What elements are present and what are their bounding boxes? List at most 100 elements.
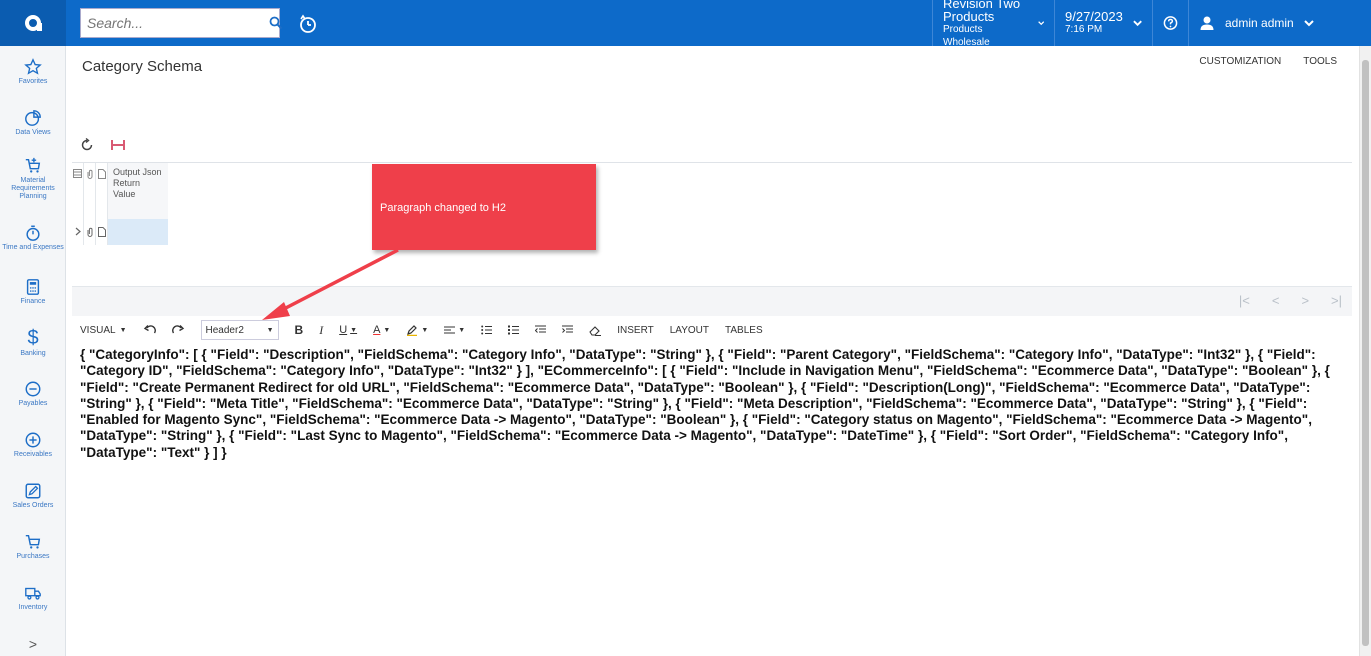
numbered-list-icon [508,325,520,335]
editor-toolbar: VISUAL ▼ Header2 ▼ B I U ▼ A ▼ ▼ ▼ INSERT LA… [80,319,779,341]
page-title: Category Schema [82,58,203,75]
company-name: Revision Two Products [943,0,1021,24]
next-page-button[interactable]: > [1301,293,1309,308]
top-right-controls: Revision Two Products Products Wholesale… [932,0,1371,48]
nav-label: Favorites [18,77,48,85]
edit-icon [25,483,41,498]
nav-label: Purchases [16,552,50,560]
bulleted-list-button[interactable] [481,325,493,335]
column-header-output-json[interactable]: Output Json Return Value [108,163,168,219]
search-icon[interactable] [269,11,283,35]
date-selector[interactable]: 9/27/2023 7:16 PM [1054,0,1152,46]
page-scrollbar[interactable] [1359,46,1371,656]
last-page-button[interactable]: >| [1331,293,1342,308]
search-box[interactable] [80,8,283,38]
attachment-header-icon [84,163,96,219]
bold-icon: B [294,323,304,337]
format-select[interactable]: Header2 ▼ [200,320,279,340]
page-actions: CUSTOMIZATION TOOLS [1199,56,1337,67]
caret-down-icon: ▼ [266,326,274,334]
data-grid: Output Json Return Value [72,162,1352,286]
refresh-icon[interactable] [80,138,94,152]
clear-format-button[interactable] [589,325,602,336]
caret-down-icon: ▼ [421,326,429,334]
indent-button[interactable] [562,325,574,335]
nav-mrp[interactable]: Material Requirements Planning [0,148,66,210]
align-button[interactable]: ▼ [444,326,465,335]
nav-sales-orders[interactable]: Sales Orders [0,470,66,521]
attachment-icon[interactable] [84,219,96,245]
nav-label: Receivables [13,450,53,458]
undo-icon [143,325,156,334]
italic-button[interactable]: I [319,323,323,338]
align-left-icon [444,326,456,333]
tables-menu[interactable]: TABLES [725,325,763,336]
user-icon [1200,16,1214,30]
nav-label: Payables [18,399,48,407]
nav-receivables[interactable]: Receivables [0,419,66,470]
nav-label: Finance [20,297,46,305]
redo-button[interactable] [171,325,185,335]
nav-expand-button[interactable]: > [0,636,66,652]
calculator-icon [26,278,40,295]
annotation-callout: Paragraph changed to H2 [372,164,596,250]
underline-button[interactable]: U ▼ [339,324,357,336]
grid-cell-output-json[interactable] [108,219,168,245]
insert-menu[interactable]: INSERT [617,325,654,336]
rich-text-editor[interactable]: { "CategoryInfo": [ { "Field": "Descript… [80,347,1350,461]
eraser-icon [589,325,602,336]
row-expand-icon[interactable] [72,219,84,245]
outdent-button[interactable] [535,325,547,335]
caret-down-icon: ▼ [119,326,127,334]
nav-payables[interactable]: Payables [0,368,66,419]
nav-banking[interactable]: $ Banking [0,317,66,368]
first-page-button[interactable]: |< [1239,293,1250,308]
grid-settings-icon[interactable] [72,163,84,219]
minus-circle-icon [25,381,41,396]
chevron-down-icon [1037,21,1044,26]
nav-data-views[interactable]: Data Views [0,97,66,148]
undo-button[interactable] [143,325,156,335]
caret-down-icon: ▼ [458,326,466,334]
nav-time-expenses[interactable]: Time and Expenses [0,210,66,266]
nav-purchases[interactable]: Purchases [0,521,66,572]
font-color-button[interactable]: A ▼ [373,324,390,336]
grid-pager: |< < > >| [72,286,1352,316]
nav-label: Banking [20,349,46,357]
note-header-icon [96,163,108,219]
fit-columns-icon[interactable] [110,138,126,152]
prev-page-button[interactable]: < [1272,293,1280,308]
nav-label: Sales Orders [12,501,54,509]
nav-label: Material Requirements Planning [11,177,55,200]
note-icon[interactable] [96,219,108,245]
truck-icon [25,587,41,600]
history-icon[interactable] [297,13,319,35]
bulleted-list-icon [481,325,493,335]
numbered-list-button[interactable] [508,325,520,335]
nav-favorites[interactable]: Favorites [0,46,66,97]
bold-button[interactable]: B [295,323,304,337]
table-row[interactable] [72,219,168,245]
highlight-button[interactable]: ▼ [406,324,429,336]
search-input[interactable] [81,10,269,36]
logo-icon [25,15,42,31]
user-menu[interactable]: admin admin [1188,0,1371,46]
app-logo[interactable] [0,0,66,46]
format-value: Header2 [205,324,244,336]
layout-menu[interactable]: LAYOUT [670,325,709,336]
help-icon [1163,16,1178,30]
business-time: 7:16 PM [1065,24,1103,35]
visual-mode-dropdown[interactable]: VISUAL ▼ [80,325,127,336]
top-bar: Revision Two Products Products Wholesale… [0,0,1371,48]
branch-name: Products Wholesale [943,24,990,48]
help-button[interactable] [1152,0,1188,46]
underline-icon: U [339,324,348,336]
outdent-icon [535,325,547,333]
nav-finance[interactable]: Finance [0,266,66,317]
scrollbar-thumb[interactable] [1362,60,1369,646]
company-selector[interactable]: Revision Two Products Products Wholesale [932,0,1054,48]
tools-link[interactable]: TOOLS [1303,56,1337,67]
nav-label: Inventory [18,603,48,611]
customization-link[interactable]: CUSTOMIZATION [1199,56,1281,67]
nav-inventory[interactable]: Inventory [0,572,66,623]
